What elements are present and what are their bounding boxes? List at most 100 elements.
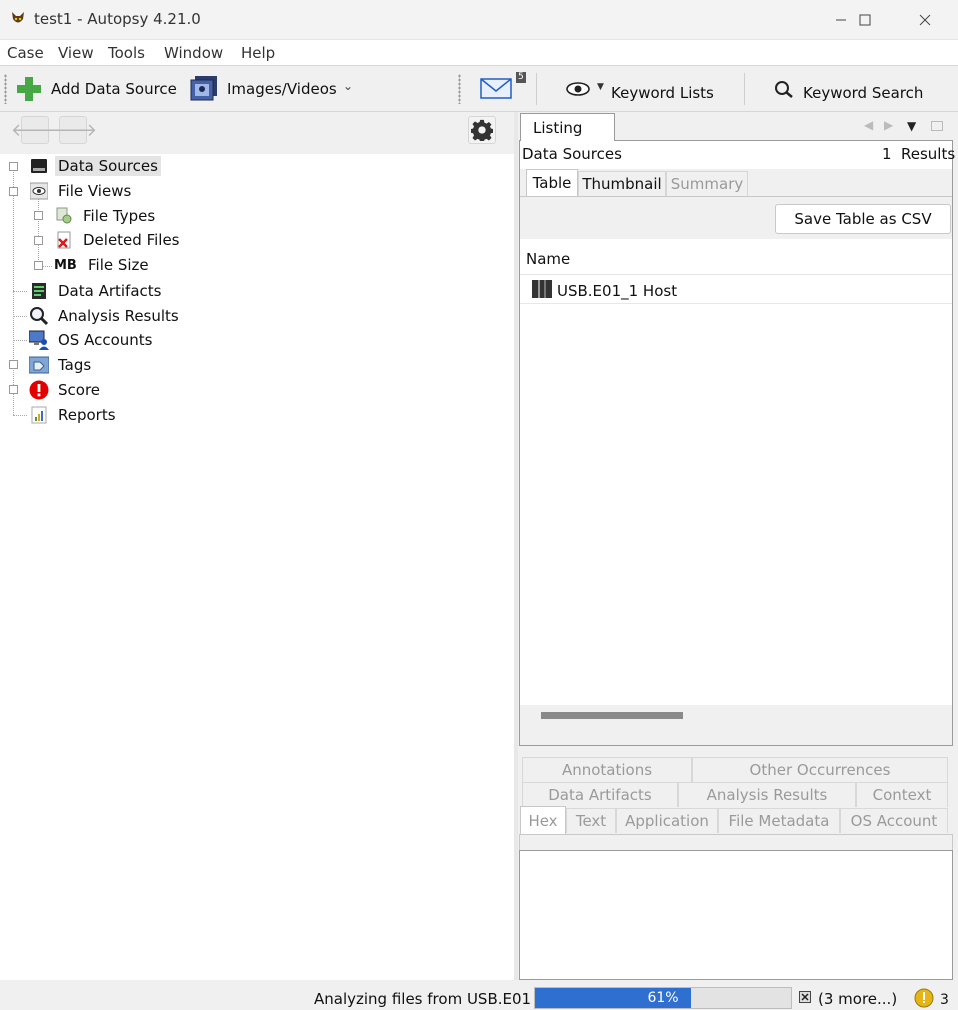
expand-toggle[interactable] xyxy=(9,360,18,369)
tree-nav-bar: 🡐 🡒 xyxy=(0,112,514,154)
keyword-search-button[interactable]: Keyword Search xyxy=(772,74,937,104)
table-row[interactable]: USB.E01_1 Host xyxy=(520,276,952,304)
tab-menu-icon[interactable]: ▼ xyxy=(907,119,916,133)
expand-toggle[interactable] xyxy=(9,162,18,171)
chevron-down-icon: ⌄ xyxy=(343,79,354,93)
menu-view[interactable]: View xyxy=(58,44,94,62)
scrollbar-thumb[interactable] xyxy=(541,712,683,719)
horizontal-scrollbar[interactable] xyxy=(520,705,952,745)
tab-label: OS Account xyxy=(850,812,938,830)
notification-bulb-icon[interactable] xyxy=(914,988,934,1008)
tree-item-label: File Size xyxy=(88,256,149,274)
listing-header: Data Sources xyxy=(522,145,622,163)
tab-text[interactable]: Text xyxy=(566,808,616,833)
window-title: test1 - Autopsy 4.21.0 xyxy=(34,10,201,28)
tree-item-file-views[interactable]: File Views xyxy=(29,180,134,202)
mb-icon: MB xyxy=(54,257,77,273)
subtab-table[interactable]: Table xyxy=(526,169,578,196)
scroll-right-icon[interactable]: ▶ xyxy=(884,118,893,132)
scroll-left-icon[interactable]: ◀ xyxy=(864,118,873,132)
user-computer-icon xyxy=(29,330,49,350)
subtab-thumbnail[interactable]: Thumbnail xyxy=(578,171,666,196)
report-icon xyxy=(29,405,49,425)
expand-toggle[interactable] xyxy=(9,187,18,196)
tab-label: Annotations xyxy=(561,761,653,779)
artifacts-icon xyxy=(29,281,49,301)
tree-item-label: Analysis Results xyxy=(58,307,179,325)
tree-item-file-size[interactable]: MB File Size xyxy=(54,254,152,276)
tree-item-os-accounts[interactable]: OS Accounts xyxy=(29,329,155,351)
tab-hex[interactable]: Hex xyxy=(520,806,566,834)
settings-button[interactable] xyxy=(468,116,496,144)
tree-item-data-sources[interactable]: Data Sources xyxy=(29,155,161,177)
tab-label: Data Artifacts xyxy=(548,786,652,804)
tree-item-deleted-files[interactable]: Deleted Files xyxy=(54,229,183,251)
subtab-label: Thumbnail xyxy=(582,175,662,193)
tab-other-occurrences[interactable]: Other Occurrences xyxy=(692,757,948,782)
arrow-right-icon: 🡒 xyxy=(48,119,98,141)
menu-window[interactable]: Window xyxy=(164,44,223,62)
toolbar-separator xyxy=(536,73,537,105)
subtab-label: Summary xyxy=(670,175,744,193)
host-icon xyxy=(532,280,552,298)
tree-item-score[interactable]: Score xyxy=(29,379,103,401)
tab-file-metadata[interactable]: File Metadata xyxy=(718,808,840,833)
maximize-panel-icon[interactable] xyxy=(931,121,943,131)
tab-label: Text xyxy=(575,812,607,830)
tree-item-tags[interactable]: Tags xyxy=(29,354,94,376)
hex-toolbar xyxy=(519,834,953,850)
menu-tools[interactable]: Tools xyxy=(108,44,145,62)
close-button[interactable] xyxy=(902,0,948,40)
tree-connector xyxy=(13,340,27,341)
keyword-lists-button[interactable]: ▼ Keyword Lists xyxy=(564,74,729,104)
forward-button[interactable]: 🡒 xyxy=(49,116,97,144)
toolbar-grip-2 xyxy=(458,74,461,104)
maximize-icon xyxy=(859,14,871,26)
tree-item-label: File Types xyxy=(83,207,156,225)
deleted-file-icon xyxy=(54,230,74,250)
subtab-label: Table xyxy=(532,174,572,192)
subtab-summary[interactable]: Summary xyxy=(666,171,748,196)
tab-context[interactable]: Context xyxy=(856,782,948,807)
tab-data-artifacts[interactable]: Data Artifacts xyxy=(522,782,678,807)
tree-item-label: Data Artifacts xyxy=(58,282,162,300)
tree-item-file-types[interactable]: File Types xyxy=(54,205,158,227)
tree-item-analysis-results[interactable]: Analysis Results xyxy=(29,305,182,327)
images-videos-label: Images/Videos xyxy=(227,80,337,98)
status-bar: Analyzing files from USB.E01 61% (3 more… xyxy=(0,980,958,1010)
eye-icon xyxy=(29,181,49,201)
expand-toggle[interactable] xyxy=(34,236,43,245)
subtab-divider xyxy=(520,196,952,197)
back-button[interactable]: 🡐 xyxy=(11,116,59,144)
more-tasks-link[interactable]: (3 more...) xyxy=(818,990,897,1008)
tree-item-label: Data Sources xyxy=(55,156,161,176)
table-header[interactable]: Name xyxy=(520,239,952,275)
result-viewer-panel: Listing ◀ ▶ ▼ Data Sources 1 Results Tab… xyxy=(518,112,958,980)
results-count: 1 xyxy=(882,145,892,163)
keyword-search-label: Keyword Search xyxy=(803,84,924,102)
maximize-button[interactable] xyxy=(842,0,888,40)
tab-application[interactable]: Application xyxy=(616,808,718,833)
results-label: Results xyxy=(901,145,956,163)
tab-annotations[interactable]: Annotations xyxy=(522,757,692,782)
messages-button[interactable]: 5 xyxy=(478,72,534,104)
add-data-source-button[interactable]: Add Data Source xyxy=(14,74,184,104)
row-name-cell: USB.E01_1 Host xyxy=(557,282,678,300)
tab-label: Application xyxy=(625,812,709,830)
tab-os-account[interactable]: OS Account xyxy=(840,808,948,833)
menu-bar: Case View Tools Window Help xyxy=(0,40,958,66)
tab-listing[interactable]: Listing xyxy=(520,113,615,141)
cancel-task-icon[interactable] xyxy=(799,991,811,1003)
dropdown-arrow-icon: ▼ xyxy=(597,82,604,92)
menu-case[interactable]: Case xyxy=(7,44,44,62)
tree-item-reports[interactable]: Reports xyxy=(29,404,119,426)
expand-toggle[interactable] xyxy=(34,211,43,220)
save-table-csv-button[interactable]: Save Table as CSV xyxy=(775,204,951,234)
images-videos-button[interactable]: Images/Videos ⌄ xyxy=(188,74,363,104)
menu-help[interactable]: Help xyxy=(241,44,275,62)
tree-item-data-artifacts[interactable]: Data Artifacts xyxy=(29,280,164,302)
tab-analysis-results[interactable]: Analysis Results xyxy=(678,782,856,807)
expand-toggle[interactable] xyxy=(9,385,18,394)
expand-toggle[interactable] xyxy=(34,261,43,270)
progress-bar[interactable]: 61% xyxy=(534,987,792,1009)
